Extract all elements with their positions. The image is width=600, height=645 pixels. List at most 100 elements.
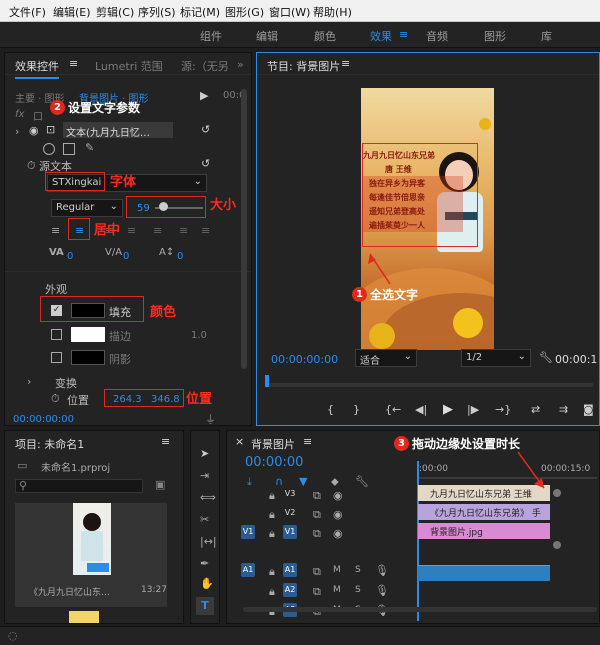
collapse-icon[interactable]: › [27,375,31,388]
menu-marker[interactable]: 标记(M) [180,4,220,20]
sync-lock-icon[interactable]: ⧉ [313,489,321,503]
kerning-value[interactable]: 0 [123,251,129,262]
menu-lines-icon[interactable]: ≡ [399,28,408,41]
razor-tool-icon[interactable]: ✂ [200,513,209,526]
clip-thumbnail[interactable] [69,611,99,623]
justify-all-icon[interactable]: ≡ [201,224,210,237]
reset-icon[interactable]: ↺ [201,157,210,170]
tab-menu-icon[interactable]: ≡ [161,435,170,448]
sync-lock-icon[interactable]: ⧉ [313,527,321,541]
tab-menu-icon[interactable]: ≡ [69,57,78,70]
justify-icon[interactable]: ≡ [127,224,136,237]
filter-icon[interactable]: ⏚ [205,411,216,427]
justify-right-icon[interactable]: ≡ [179,224,188,237]
track-label-v2[interactable]: V2 [283,506,297,520]
menu-clip[interactable]: 剪辑(C) [96,4,134,20]
microphone-icon[interactable]: 🎙︎ [375,584,389,597]
microphone-icon[interactable]: 🎙︎ [375,564,389,577]
tab-source[interactable]: 源:（无另 [181,58,229,74]
tab-effect-controls[interactable]: 效果控件 [15,58,59,79]
ellipse-mask-icon[interactable] [43,143,55,155]
shadow-checkbox[interactable] [51,352,62,363]
solo-button[interactable]: S [355,565,361,575]
program-timecode[interactable]: 00:00:00:00 [271,353,338,366]
timeline-scrollbar[interactable] [243,607,597,612]
track-label-a2[interactable]: A2 [283,583,297,597]
leading-value[interactable]: 0 [177,251,183,262]
source-patch-a1[interactable]: A1 [241,563,255,577]
rect-mask-icon[interactable] [63,143,75,155]
mark-in-button[interactable]: { [327,403,334,416]
tab-lumetri-scopes[interactable]: Lumetri 范围 [95,58,163,74]
tab-menu-icon[interactable]: ≡ [341,57,350,70]
lock-icon[interactable]: 🔒︎ [269,585,275,599]
menu-edit[interactable]: 编辑(E) [53,4,91,20]
lock-icon[interactable]: 🔒︎ [269,565,275,579]
stopwatch-icon[interactable]: ⏱ [27,159,36,173]
workspace-assembly[interactable]: 组件 [200,28,222,44]
align-left-icon[interactable]: ≡ [51,224,60,237]
mark-out-button[interactable]: } [353,403,360,416]
eye-icon[interactable]: ◉ [333,489,343,502]
slip-tool-icon[interactable]: |↔| [200,535,217,548]
lift-button[interactable]: ⇄ [531,403,540,416]
menu-sequence[interactable]: 序列(S) [138,4,176,20]
workspace-audio[interactable]: 音频 [426,28,448,44]
clip-v2-text[interactable]: 《九月九日忆山东兄弟》 手 [418,504,550,520]
step-forward-button[interactable]: |▶ [467,403,479,416]
sequence-tab[interactable]: 背景图片 [251,436,295,452]
close-icon[interactable]: × [235,435,244,448]
source-patch-v1[interactable]: V1 [241,525,255,539]
extract-button[interactable]: ⇉ [559,403,568,416]
sync-lock-icon[interactable]: ⧉ [313,585,321,599]
stroke-width[interactable]: 1.0 [191,330,207,341]
eye-icon[interactable]: ◉ [333,527,343,540]
time-ruler[interactable] [417,477,597,479]
menu-help[interactable]: 帮助(H) [313,4,352,20]
clip-audio[interactable] [418,565,550,581]
track-label-a1[interactable]: A1 [283,563,297,577]
collapse-icon[interactable]: › [15,125,19,138]
program-title[interactable]: 节目: 背景图片 [267,58,340,74]
vertical-scrollbar[interactable] [241,89,247,369]
transform-box-icon[interactable]: ⊡ [46,123,55,136]
workspace-graphics[interactable]: 图形 [484,28,506,44]
project-search-input[interactable]: ⚲ [15,479,143,493]
menu-window[interactable]: 窗口(W) [269,4,310,20]
step-back-button[interactable]: ◀| [415,403,427,416]
track-scroll-dot[interactable] [553,541,561,549]
selection-tool-icon[interactable]: ➤ [200,447,209,460]
font-style-dropdown[interactable]: Regular ⌄ [51,199,123,217]
eye-icon[interactable]: ◉ [333,508,343,521]
pen-mask-icon[interactable]: ✎ [85,141,94,154]
hand-tool-icon[interactable]: ✋ [200,577,214,590]
ripple-edit-tool-icon[interactable]: ⟺ [200,491,216,504]
justify-center-icon[interactable]: ≡ [153,224,162,237]
fit-dropdown[interactable]: 适合 ⌄ [355,349,417,367]
shadow-swatch[interactable] [71,350,105,365]
stroke-swatch[interactable] [71,327,105,342]
sync-lock-icon[interactable]: ⧉ [313,565,321,579]
pen-tool-icon[interactable]: ✒ [200,557,209,570]
timeline-timecode[interactable]: 00:00:00 [245,455,303,470]
eye-icon[interactable]: ◉ [29,124,39,137]
mute-button[interactable]: M [333,585,341,595]
project-title[interactable]: 项目: 未命名1 [15,436,84,452]
wrench-icon[interactable]: 🔧︎ [539,351,553,364]
text-layer-name[interactable]: 文本(九月九日忆… [63,122,173,138]
clip-label[interactable]: 《九月九日忆山东… [29,585,110,598]
play-button[interactable]: ▶ [443,402,453,417]
workspace-effects[interactable]: 效果 [370,28,392,44]
track-label-v1[interactable]: V1 [283,525,297,539]
export-frame-icon[interactable]: ◙ [583,403,594,416]
quality-dropdown[interactable]: 1/2 ⌄ [461,349,531,367]
play-only-icon[interactable]: ▶ [200,89,208,102]
track-select-tool-icon[interactable]: ⇥ [200,469,209,482]
go-to-in-button[interactable]: {← [385,403,401,416]
workspace-editing[interactable]: 编辑 [256,28,278,44]
sync-lock-icon[interactable]: ⧉ [313,508,321,522]
tab-menu-icon[interactable]: ≡ [303,435,312,448]
workspace-color[interactable]: 颜色 [314,28,336,44]
solo-button[interactable]: S [355,585,361,595]
stroke-checkbox[interactable] [51,329,62,340]
